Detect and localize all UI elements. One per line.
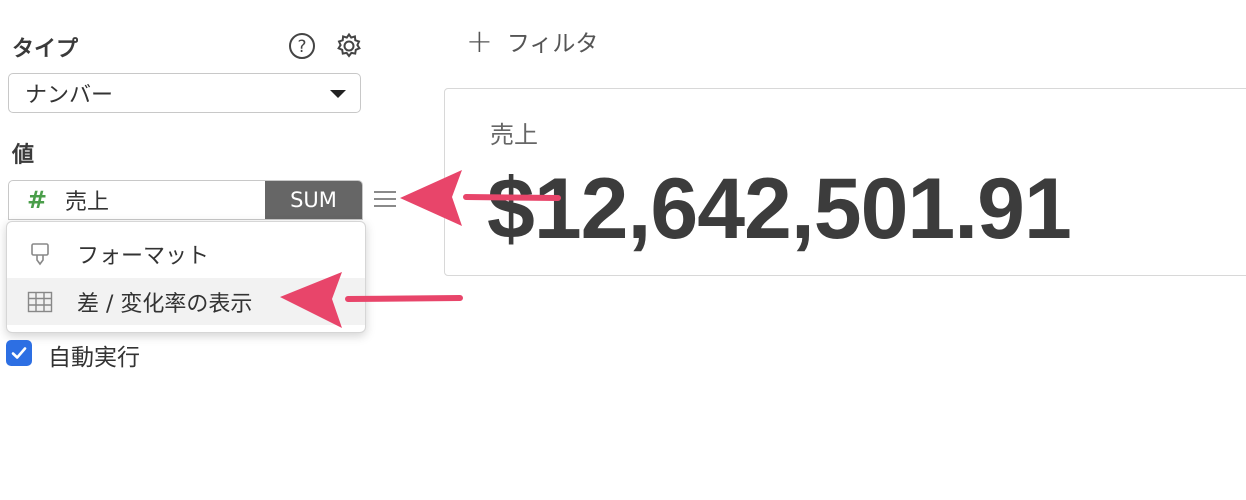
auto-run-label: 自動実行 (48, 345, 140, 371)
value-field[interactable]: # 売上 SUM (8, 180, 363, 220)
table-grid-icon (27, 289, 53, 315)
add-filter-button[interactable]: + フィルタ (466, 24, 598, 58)
svg-text:?: ? (297, 37, 306, 57)
checkmark-icon (11, 347, 27, 359)
plus-icon: + (466, 22, 493, 60)
menu-item-label: フォーマット (77, 243, 210, 269)
menu-item-label: 差 / 変化率の表示 (77, 291, 253, 317)
filter-label: フィルタ (506, 31, 599, 57)
type-label: タイプ (12, 37, 79, 62)
type-select[interactable]: ナンバー (8, 73, 361, 113)
field-name: 売上 (65, 190, 110, 215)
type-select-value: ナンバー (25, 83, 114, 108)
aggregation-button[interactable]: SUM (265, 181, 362, 219)
help-icon[interactable]: ? (287, 31, 317, 61)
annotation-arrow-icon (280, 272, 463, 328)
chevron-down-icon (330, 90, 346, 98)
kpi-title: 売上 (490, 121, 538, 149)
menu-icon[interactable] (374, 188, 396, 210)
number-type-icon: # (27, 186, 48, 214)
value-label: 値 (12, 143, 35, 168)
annotation-arrow-icon (400, 170, 561, 226)
format-brush-icon (27, 241, 53, 267)
gear-icon[interactable] (334, 31, 364, 61)
auto-run-checkbox[interactable] (6, 340, 32, 366)
kpi-value: $12,642,501.91 (487, 161, 1072, 257)
